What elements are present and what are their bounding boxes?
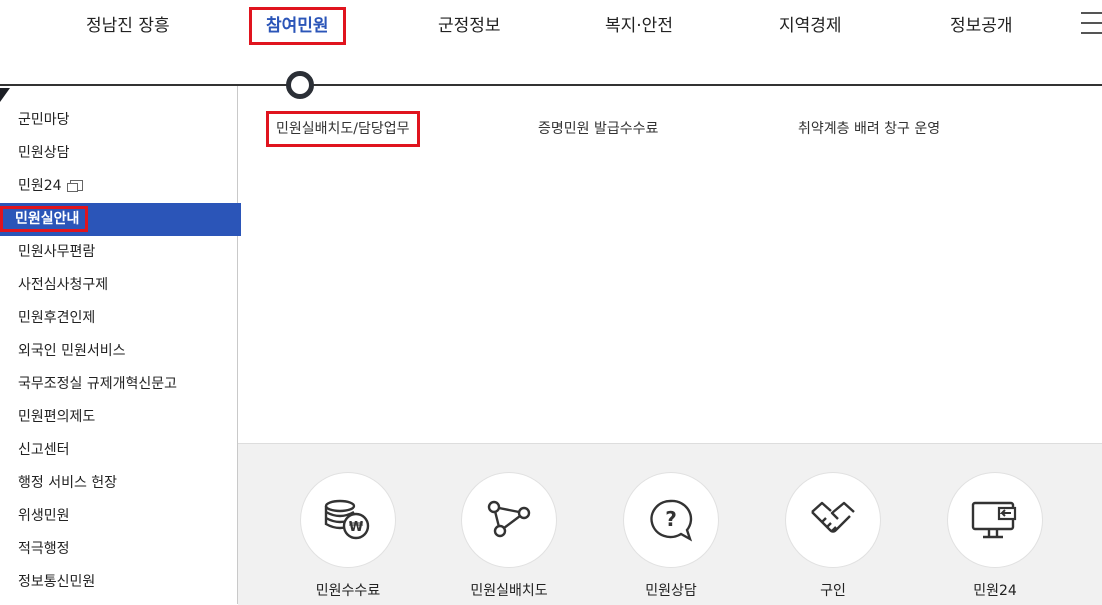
service-counseling[interactable]: ? 민원상담 bbox=[611, 472, 731, 600]
sidebar-item-service-charter[interactable]: 행정 서비스 헌장 bbox=[0, 467, 241, 500]
sidebar-item-foreigner[interactable]: 외국인 민원서비스 bbox=[0, 335, 241, 368]
service-counseling-circle: ? bbox=[623, 472, 719, 568]
sidebar-item-label: 사전심사청구제 bbox=[18, 277, 109, 293]
submenu-vulnerable-window[interactable]: 취약계층 배려 창구 운영 bbox=[798, 114, 940, 144]
nav-item-disclosure[interactable]: 정보공개 bbox=[950, 10, 1013, 42]
sidebar-item-label: 민원상담 bbox=[18, 145, 70, 161]
new-window-icon bbox=[66, 179, 83, 192]
submenu-certificate-fees[interactable]: 증명민원 발급수수료 bbox=[538, 114, 658, 144]
service-minwon24[interactable]: 민원24 bbox=[935, 472, 1055, 600]
nav-item-county-info[interactable]: 군정정보 bbox=[438, 10, 501, 42]
node-graph-icon bbox=[487, 500, 531, 538]
sidebar-item-label: 적극행정 bbox=[18, 541, 70, 557]
sidebar-item-regulation-reform[interactable]: 국무조정실 규제개혁신문고 bbox=[0, 368, 241, 401]
svg-text:?: ? bbox=[665, 507, 677, 531]
sidebar-item-label: 행정 서비스 헌장 bbox=[18, 475, 118, 491]
service-layout[interactable]: 민원실배치도 bbox=[449, 472, 569, 600]
sidebar-item-pre-review[interactable]: 사전심사청구제 bbox=[0, 269, 241, 302]
sidebar-item-label: 국무조정실 규제개혁신문고 bbox=[18, 376, 178, 392]
question-bubble-icon: ? bbox=[650, 499, 693, 542]
sidebar-item-manual[interactable]: 민원사무편람 bbox=[0, 236, 241, 269]
handshake-icon bbox=[811, 501, 855, 533]
service-label: 민원상담 bbox=[645, 583, 697, 599]
sidebar-item-label: 위생민원 bbox=[18, 508, 70, 524]
sidebar-item-label: 민원편의제도 bbox=[18, 409, 96, 425]
sidebar: 군민마당 민원상담 민원24 민원실안내 민원사무편람 사전심사청구제 민원후견… bbox=[0, 86, 241, 604]
monitor-icon bbox=[971, 501, 1017, 539]
sidebar-item-telecom[interactable]: 정보통신민원 bbox=[0, 566, 241, 599]
sidebar-list: 군민마당 민원상담 민원24 민원실안내 민원사무편람 사전심사청구제 민원후견… bbox=[0, 104, 241, 599]
sidebar-item-label: 군민마당 bbox=[18, 112, 70, 128]
coins-won-icon: ₩ bbox=[324, 499, 370, 540]
nav-item-economy[interactable]: 지역경제 bbox=[779, 10, 842, 42]
service-fees[interactable]: ₩ 민원수수료 bbox=[288, 472, 408, 600]
sidebar-item-report-center[interactable]: 신고센터 bbox=[0, 434, 241, 467]
sidebar-item-label: 민원사무편람 bbox=[18, 244, 96, 260]
sidebar-item-proactive[interactable]: 적극행정 bbox=[0, 533, 241, 566]
submenu-layout-duties[interactable]: 민원실배치도/담당업무 bbox=[266, 111, 420, 147]
sidebar-item-citizen-square[interactable]: 군민마당 bbox=[0, 104, 241, 137]
service-minwon24-circle bbox=[947, 472, 1043, 568]
service-label: 민원24 bbox=[973, 583, 1017, 599]
main-content: 민원실배치도/담당업무 증명민원 발급수수료 취약계층 배려 창구 운영 ₩ 민… bbox=[238, 86, 1102, 605]
service-fees-circle: ₩ bbox=[300, 472, 396, 568]
sidebar-item-label: 외국인 민원서비스 bbox=[18, 343, 126, 359]
service-jobs-circle bbox=[785, 472, 881, 568]
sidebar-item-label: 신고센터 bbox=[18, 442, 70, 458]
corner-triangle-icon bbox=[0, 88, 10, 102]
sidebar-item-label: 민원후견인제 bbox=[18, 310, 96, 326]
service-label: 구인 bbox=[820, 583, 846, 599]
nav-item-participation[interactable]: 참여민원 bbox=[249, 7, 346, 45]
svg-text:₩: ₩ bbox=[349, 520, 364, 535]
service-label: 민원실배치도 bbox=[470, 583, 548, 599]
service-label: 민원수수료 bbox=[315, 583, 381, 599]
nav-item-welfare[interactable]: 복지·안전 bbox=[605, 10, 673, 42]
sidebar-item-minwon24[interactable]: 민원24 bbox=[0, 170, 241, 203]
sidebar-item-counseling[interactable]: 민원상담 bbox=[0, 137, 241, 170]
service-jobs[interactable]: 구인 bbox=[773, 472, 893, 600]
sidebar-item-label: 민원24 bbox=[18, 178, 62, 194]
sidebar-item-hygiene[interactable]: 위생민원 bbox=[0, 500, 241, 533]
sidebar-item-convenience[interactable]: 민원편의제도 bbox=[0, 401, 241, 434]
hamburger-icon[interactable] bbox=[1081, 12, 1102, 36]
sidebar-item-label: 정보통신민원 bbox=[18, 574, 96, 590]
quick-services-panel: ₩ 민원수수료 민원실배치도 ? 민원상담 구인 민원24 bbox=[238, 443, 1102, 605]
nav-item-jangheung[interactable]: 정남진 장흥 bbox=[86, 10, 170, 42]
sidebar-item-guardian[interactable]: 민원후견인제 bbox=[0, 302, 241, 335]
sidebar-item-office-guide[interactable]: 민원실안내 bbox=[0, 203, 241, 236]
service-layout-circle bbox=[461, 472, 557, 568]
sidebar-item-label: 민원실안내 bbox=[0, 206, 89, 232]
top-navigation: 정남진 장흥 참여민원 군정정보 복지·안전 지역경제 정보공개 bbox=[0, 0, 1102, 52]
